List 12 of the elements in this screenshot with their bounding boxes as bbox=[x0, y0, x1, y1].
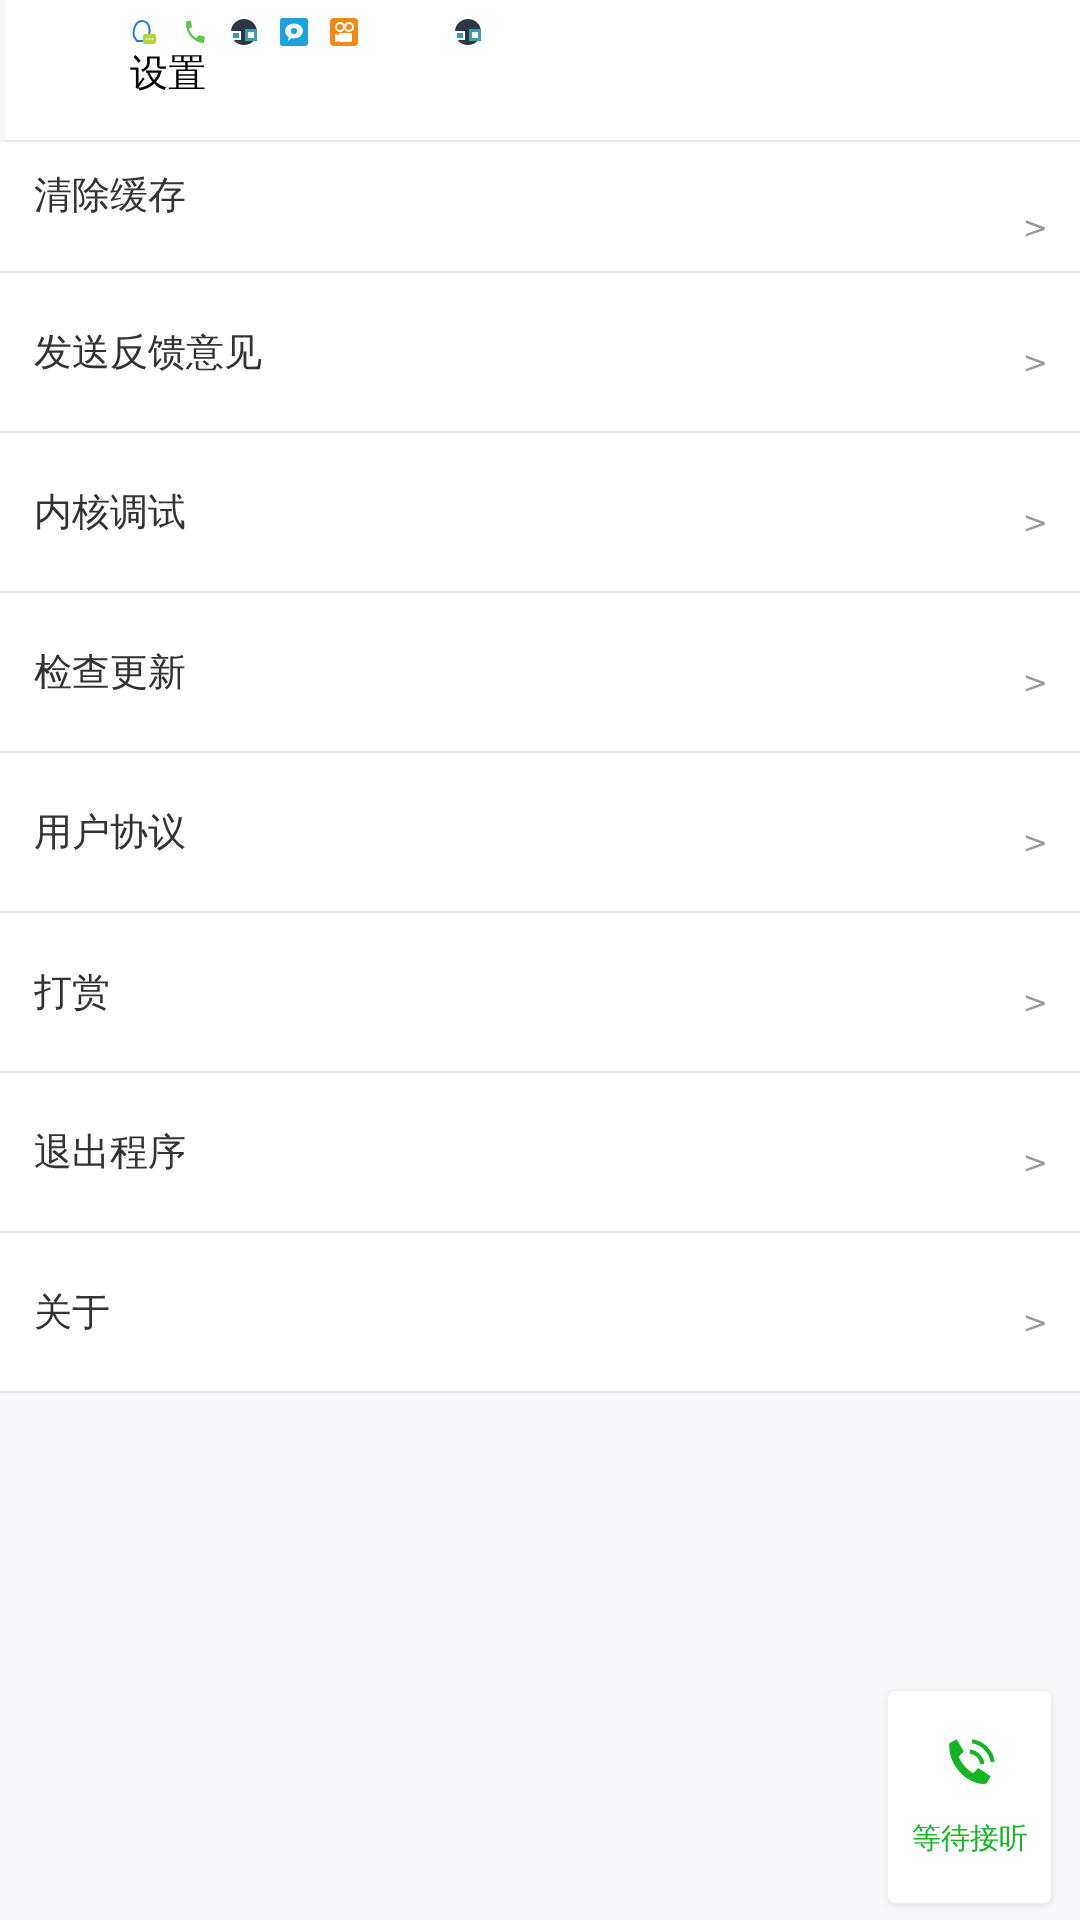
settings-item[interactable]: 打赏 > bbox=[0, 913, 1080, 1073]
settings-item[interactable]: 用户协议 > bbox=[0, 753, 1080, 913]
settings-item[interactable]: 关于 > bbox=[0, 1233, 1080, 1393]
page-title: 设置 bbox=[130, 50, 206, 96]
settings-item[interactable]: 清除缓存 > bbox=[0, 142, 1080, 273]
chat-bubble-notification-icon bbox=[280, 18, 308, 46]
settings-item[interactable]: 内核调试 > bbox=[0, 433, 1080, 593]
settings-item[interactable]: 发送反馈意见 > bbox=[0, 273, 1080, 433]
video-camera-notification-icon bbox=[330, 18, 358, 46]
settings-item[interactable]: 检查更新 > bbox=[0, 593, 1080, 753]
settings-item[interactable]: 退出程序 > bbox=[0, 1073, 1080, 1233]
chat-notification-icon bbox=[130, 18, 158, 46]
